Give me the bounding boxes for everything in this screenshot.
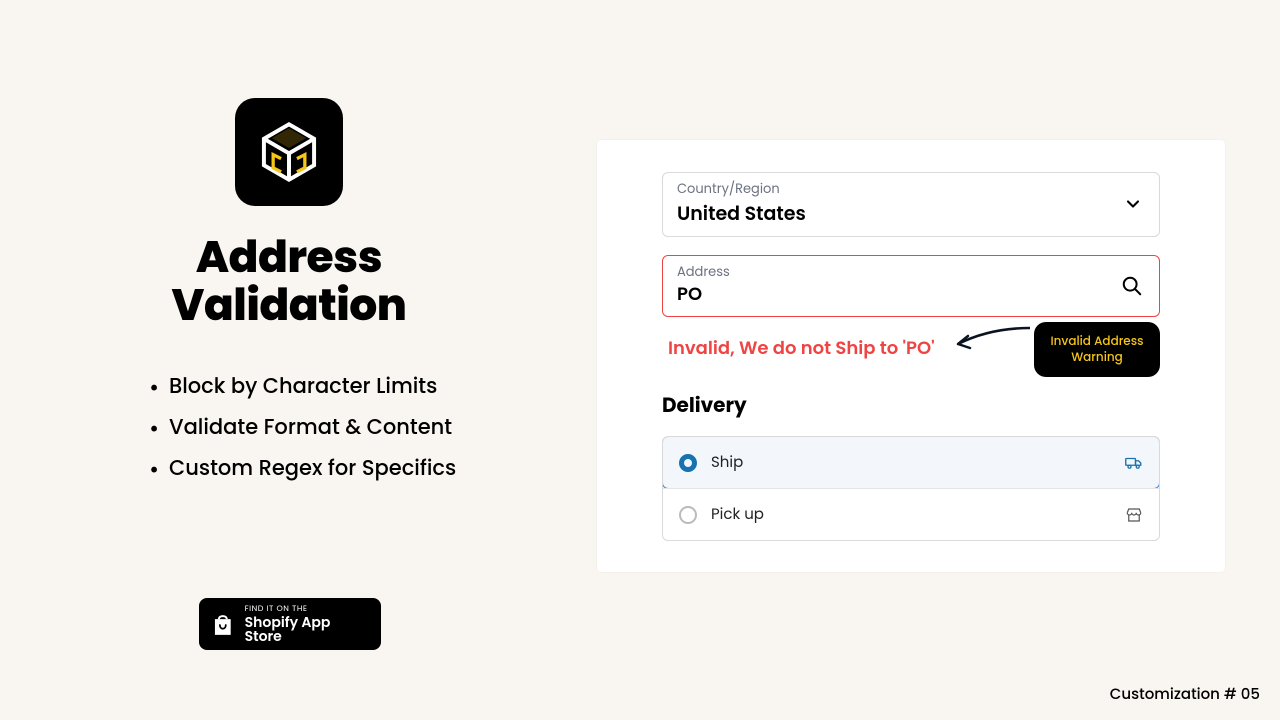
- truck-icon: [1125, 454, 1143, 472]
- country-label: Country/Region: [677, 181, 1145, 197]
- feature-item: Block by Character Limits: [149, 371, 459, 402]
- radio-selected-icon: [679, 454, 697, 472]
- shopify-app-store-badge[interactable]: FIND IT ON THE Shopify App Store: [199, 598, 381, 650]
- delivery-section-title: Delivery: [662, 390, 1160, 420]
- country-value: United States: [677, 199, 1145, 228]
- heading-line-2: Validation: [172, 275, 407, 336]
- address-value: PO: [677, 281, 1145, 308]
- feature-list: Block by Character Limits Validate Forma…: [119, 371, 459, 484]
- address-field[interactable]: Address PO: [662, 255, 1160, 318]
- address-label: Address: [677, 264, 1145, 280]
- store-icon: [1125, 506, 1143, 524]
- footer-customization-number: Customization # 05: [1110, 683, 1260, 706]
- callout-line-2: Warning: [1071, 349, 1123, 366]
- delivery-option-ship[interactable]: Ship: [662, 436, 1160, 489]
- app-logo-icon: [235, 98, 343, 206]
- delivery-options: Ship Pick up: [662, 436, 1160, 541]
- option-label: Pick up: [711, 503, 764, 526]
- option-label: Ship: [711, 451, 743, 474]
- search-icon[interactable]: [1121, 275, 1143, 297]
- page-title: Address Validation: [119, 234, 459, 331]
- annotation-arrow-icon: [952, 322, 1032, 356]
- radio-unselected-icon: [679, 506, 697, 524]
- callout-line-1: Invalid Address: [1050, 333, 1143, 350]
- country-region-select[interactable]: Country/Region United States: [662, 172, 1160, 237]
- badge-big-text: Shopify App Store: [245, 615, 369, 643]
- delivery-option-pickup[interactable]: Pick up: [663, 488, 1159, 540]
- feature-item: Validate Format & Content: [149, 412, 459, 443]
- annotation-callout: Invalid Address Warning: [1034, 322, 1160, 377]
- feature-item: Custom Regex for Specifics: [149, 453, 459, 484]
- chevron-down-icon: [1123, 194, 1143, 214]
- shopping-bag-icon: [211, 611, 235, 637]
